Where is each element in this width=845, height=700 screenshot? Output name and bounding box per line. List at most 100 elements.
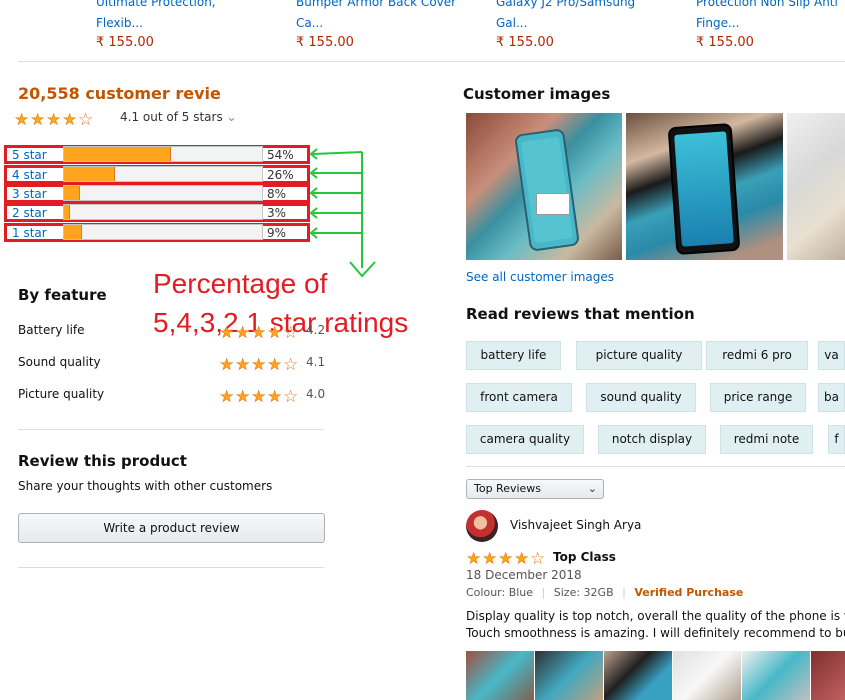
product-title-line1[interactable]: Ultimate Protection, — [96, 0, 286, 13]
customer-image[interactable] — [466, 113, 622, 260]
overall-rating-text[interactable]: 4.1 out of 5 stars ⌄ — [120, 110, 237, 124]
mention-chip[interactable]: picture quality — [576, 341, 702, 370]
histogram-bar[interactable] — [63, 204, 263, 220]
sort-select[interactable]: Top Reviews ⌄ — [466, 479, 604, 499]
histogram-bar-fill — [64, 186, 80, 200]
product-title-line2[interactable]: Finge... — [696, 13, 845, 34]
star-icon: ☆ — [466, 551, 482, 568]
histogram-bar[interactable] — [63, 185, 263, 201]
related-product-1[interactable]: Ultimate Protection, Flexib... ₹ 155.00 — [96, 0, 286, 53]
star-icon: ☆ — [30, 112, 46, 129]
product-price: ₹ 155.00 — [296, 35, 354, 50]
review-image-thumb[interactable] — [466, 651, 534, 700]
feature-label: Battery life — [18, 323, 85, 337]
star-icon: ☆ — [219, 325, 235, 342]
chevron-down-icon: ⌄ — [587, 482, 597, 495]
mention-chip[interactable]: camera quality — [466, 425, 584, 454]
histogram-label-1-star[interactable]: 1 star — [12, 226, 47, 240]
star-icon: ☆ — [251, 389, 267, 406]
star-icon: ☆ — [482, 551, 498, 568]
histogram-percent[interactable]: 3% — [267, 206, 286, 220]
product-title-line1[interactable]: Bumper Armor Back Cover — [296, 0, 486, 13]
annotation-line1: Percentage of — [153, 268, 328, 299]
mention-chip[interactable]: f — [828, 425, 845, 454]
review-body-line1: Display quality is top notch, overall th… — [466, 609, 845, 623]
product-price: ₹ 155.00 — [696, 35, 754, 50]
product-price: ₹ 155.00 — [96, 35, 154, 50]
mention-chip[interactable]: ba — [818, 383, 845, 412]
customer-images-title: Customer images — [463, 85, 611, 103]
histogram-label-2-star[interactable]: 2 star — [12, 206, 47, 220]
chevron-down-icon[interactable]: ⌄ — [227, 110, 237, 124]
histogram-percent[interactable]: 8% — [267, 187, 286, 201]
write-review-button[interactable]: Write a product review — [18, 513, 325, 543]
avatar[interactable] — [466, 510, 498, 542]
overall-rating-stars: ☆☆☆☆☆ — [14, 110, 94, 129]
mention-chip[interactable]: sound quality — [586, 383, 696, 412]
review-headline[interactable]: Top Class — [553, 550, 616, 564]
star-icon: ☆ — [283, 325, 299, 342]
mention-chip[interactable]: price range — [710, 383, 806, 412]
histogram-bar-fill — [64, 225, 82, 239]
star-icon: ☆ — [498, 551, 514, 568]
sort-selected-value: Top Reviews — [474, 482, 542, 495]
divider — [18, 429, 324, 430]
related-product-2[interactable]: Bumper Armor Back Cover Ca... ₹ 155.00 — [296, 0, 486, 53]
histogram-percent[interactable]: 54% — [267, 148, 294, 162]
mention-chip[interactable]: notch display — [598, 425, 706, 454]
mention-chip[interactable]: battery life — [466, 341, 561, 370]
customer-image[interactable] — [787, 113, 845, 260]
review-body-line2: Touch smoothness is amazing. I will defi… — [466, 626, 845, 640]
rating-text-label[interactable]: 4.1 out of 5 stars — [120, 110, 223, 124]
star-icon: ☆ — [251, 325, 267, 342]
star-icon: ☆ — [267, 325, 283, 342]
star-icon: ☆ — [235, 389, 251, 406]
histogram-bar[interactable] — [63, 146, 263, 162]
related-product-4[interactable]: Protection Non Slip Anti Finge... ₹ 155.… — [696, 0, 845, 53]
histogram-label-5-star[interactable]: 5 star — [12, 148, 47, 162]
separator: | — [541, 586, 546, 599]
product-price: ₹ 155.00 — [496, 35, 554, 50]
review-product-title: Review this product — [18, 452, 187, 470]
feature-rating: 4.2 — [306, 323, 326, 337]
histogram-bar[interactable] — [63, 224, 263, 240]
product-title-line1[interactable]: Galaxy J2 Pro/Samsung — [496, 0, 686, 13]
see-all-images-link[interactable]: See all customer images — [466, 270, 614, 284]
by-feature-title: By feature — [18, 286, 107, 304]
star-icon: ☆ — [14, 112, 30, 129]
feature-stars: ☆☆☆☆☆ — [219, 387, 299, 406]
histogram-label-3-star[interactable]: 3 star — [12, 187, 47, 201]
histogram-percent[interactable]: 26% — [267, 168, 294, 182]
review-author[interactable]: Vishvajeet Singh Arya — [510, 518, 641, 532]
review-image-thumb[interactable] — [535, 651, 603, 700]
product-title-line1[interactable]: Protection Non Slip Anti — [696, 0, 845, 13]
review-image-thumb[interactable] — [673, 651, 741, 700]
review-image-thumb[interactable] — [604, 651, 672, 700]
product-title-line2[interactable]: Flexib... — [96, 13, 286, 34]
star-icon: ☆ — [78, 112, 94, 129]
divider — [18, 61, 845, 62]
histogram-bar-fill — [64, 167, 116, 181]
customer-image[interactable] — [626, 113, 783, 260]
feature-label: Picture quality — [18, 387, 105, 401]
star-icon: ☆ — [283, 389, 299, 406]
review-image-thumb[interactable] — [742, 651, 810, 700]
review-product-subtitle: Share your thoughts with other customers — [18, 479, 273, 493]
product-title-line2[interactable]: Ca... — [296, 13, 486, 34]
star-icon: ☆ — [267, 357, 283, 374]
feature-stars: ☆☆☆☆☆ — [219, 355, 299, 374]
review-image-thumb[interactable] — [811, 651, 845, 700]
histogram-bar[interactable] — [63, 166, 263, 182]
histogram-percent[interactable]: 9% — [267, 226, 286, 240]
product-title-line2[interactable]: Gal... — [496, 13, 686, 34]
divider — [466, 466, 845, 467]
divider — [18, 567, 324, 568]
mention-chip[interactable]: front camera — [466, 383, 572, 412]
histogram-label-4-star[interactable]: 4 star — [12, 168, 47, 182]
review-variant: Colour: Blue | Size: 32GB | Verified Pur… — [466, 586, 743, 599]
mention-chip[interactable]: va — [818, 341, 845, 370]
feature-label: Sound quality — [18, 355, 101, 369]
related-product-3[interactable]: Galaxy J2 Pro/Samsung Gal... ₹ 155.00 — [496, 0, 686, 53]
mention-chip[interactable]: redmi 6 pro — [706, 341, 808, 370]
mention-chip[interactable]: redmi note — [720, 425, 813, 454]
